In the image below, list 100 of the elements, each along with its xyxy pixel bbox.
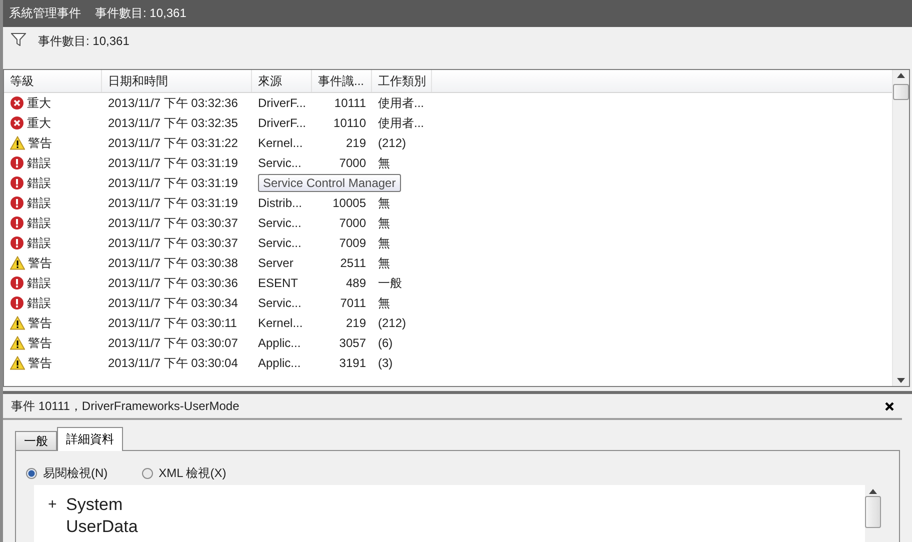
scroll-thumb[interactable]	[893, 84, 909, 100]
column-header[interactable]: 工作類別	[372, 70, 432, 92]
error-exclamation-icon	[10, 216, 24, 230]
radio-button[interactable]	[142, 468, 153, 478]
error-exclamation-icon	[10, 276, 24, 290]
level-text: 警告	[28, 134, 52, 152]
tooltip: Service Control Manager	[258, 174, 401, 192]
event-id-cell-text: 2511	[339, 256, 367, 270]
scroll-up-icon[interactable]	[869, 489, 877, 494]
event-id-cell-text: 7000	[338, 156, 367, 170]
error-exclamation-icon	[10, 196, 24, 210]
expand-toggle[interactable]: +	[48, 495, 58, 515]
datetime-cell-text: 2013/11/7 下午 03:31:19	[107, 174, 239, 192]
source-cell-text: Servic...	[257, 296, 302, 310]
error-x-icon	[10, 116, 24, 130]
datetime-cell-text: 2013/11/7 下午 03:30:37	[107, 214, 239, 232]
source-cell-text: Servic...	[257, 156, 302, 170]
category-cell-text: 無	[377, 154, 391, 172]
level-text: 錯誤	[27, 154, 51, 172]
source-cell-text: Applic...	[257, 336, 302, 350]
radio-label[interactable]: XML 檢視(X)	[158, 464, 226, 482]
tab[interactable]: 一般	[15, 431, 57, 451]
level-text: 錯誤	[27, 294, 51, 312]
datetime-cell-text: 2013/11/7 下午 03:30:07	[107, 334, 239, 352]
category-cell-text: 無	[377, 254, 391, 272]
detail-title: 事件 10111，DriverFrameworks-UserMode	[11, 398, 240, 414]
close-icon	[885, 402, 894, 411]
source-cell-text: Kernel...	[257, 136, 304, 150]
level-text: 錯誤	[27, 274, 51, 292]
category-cell-text: 無	[377, 214, 391, 232]
category-cell-text: 一般	[377, 274, 403, 292]
warning-icon	[10, 136, 25, 150]
radio-label[interactable]: 易閱檢視(N)	[43, 464, 108, 482]
warning-icon	[10, 336, 25, 350]
datetime-cell-text: 2013/11/7 下午 03:32:36	[107, 94, 239, 112]
source-cell-text: DriverF...	[257, 116, 307, 130]
level-text: 錯誤	[27, 174, 51, 192]
filter-icon[interactable]	[11, 33, 26, 46]
error-x-icon	[10, 96, 24, 110]
event-id-cell-text: 489	[344, 276, 367, 290]
window-title: 系統管理事件	[9, 5, 81, 22]
warning-icon	[10, 316, 25, 330]
scroll-thumb[interactable]	[865, 496, 881, 528]
event-id-cell-text: 219	[344, 316, 367, 330]
filter-count: 事件數目: 10,361	[38, 33, 130, 50]
category-cell-text: (6)	[377, 336, 394, 350]
datetime-cell-text: 2013/11/7 下午 03:30:37	[107, 234, 239, 252]
category-cell-text: (212)	[377, 136, 408, 150]
category-cell-text: 無	[377, 194, 391, 212]
datetime-cell-text: 2013/11/7 下午 03:31:22	[107, 134, 239, 152]
column-header[interactable]: 事件識...	[312, 70, 372, 92]
event-id-cell-text: 3057	[338, 336, 367, 350]
datetime-cell-text: 2013/11/7 下午 03:30:36	[107, 274, 239, 292]
level-text: 錯誤	[27, 194, 51, 212]
event-id-cell-text: 3191	[338, 356, 367, 370]
source-cell-text: ESENT	[257, 276, 300, 290]
scrollbar[interactable]	[892, 70, 909, 386]
category-cell-text: 使用者...	[377, 114, 426, 132]
source-cell-text: Kernel...	[257, 316, 304, 330]
tab[interactable]: 詳細資料	[57, 427, 123, 451]
event-id-cell-text: 7011	[339, 296, 367, 310]
datetime-cell-text: 2013/11/7 下午 03:32:35	[107, 114, 239, 132]
error-exclamation-icon	[10, 236, 24, 250]
level-text: 錯誤	[27, 234, 51, 252]
category-cell-text: 無	[377, 294, 391, 312]
source-cell-text: Servic...	[257, 216, 302, 230]
category-cell-text: (212)	[377, 316, 408, 330]
close-button[interactable]	[885, 399, 894, 413]
event-id-cell-text: 10005	[332, 196, 367, 210]
datetime-cell-text: 2013/11/7 下午 03:31:19	[107, 154, 239, 172]
level-text: 錯誤	[27, 214, 51, 232]
level-text: 警告	[28, 254, 52, 272]
column-header[interactable]: 日期和時間	[102, 70, 252, 92]
level-text: 警告	[28, 354, 52, 372]
level-text: 重大	[27, 114, 51, 132]
scroll-down-icon[interactable]	[897, 378, 905, 383]
error-exclamation-icon	[10, 176, 24, 190]
datetime-cell-text: 2013/11/7 下午 03:30:38	[107, 254, 239, 272]
source-cell-text: Distrib...	[257, 196, 304, 210]
radio-button[interactable]	[26, 468, 37, 478]
category-cell-text: 無	[377, 234, 391, 252]
datetime-cell-text: 2013/11/7 下午 03:31:19	[107, 194, 239, 212]
event-id-cell-text: 7009	[338, 236, 367, 250]
source-cell-text: Servic...	[257, 236, 302, 250]
source-cell-text: Server	[257, 256, 294, 270]
error-exclamation-icon	[10, 296, 24, 310]
datetime-cell-text: 2013/11/7 下午 03:30:04	[107, 354, 239, 372]
event-id-cell-text: 7000	[338, 216, 367, 230]
source-cell-text: Applic...	[257, 356, 302, 370]
tree-node[interactable]: System	[66, 495, 123, 515]
event-id-cell-text: 10110	[332, 116, 367, 130]
column-header[interactable]: 來源	[252, 70, 312, 92]
level-text: 重大	[27, 94, 51, 112]
source-cell-text: DriverF...	[257, 96, 307, 110]
level-text: 警告	[28, 334, 52, 352]
event-id-cell-text: 10111	[333, 96, 367, 110]
column-header[interactable]: 等級	[4, 70, 102, 92]
tree-node[interactable]: UserData	[66, 517, 138, 537]
datetime-cell-text: 2013/11/7 下午 03:30:34	[107, 294, 239, 312]
scroll-up-icon[interactable]	[897, 73, 905, 78]
